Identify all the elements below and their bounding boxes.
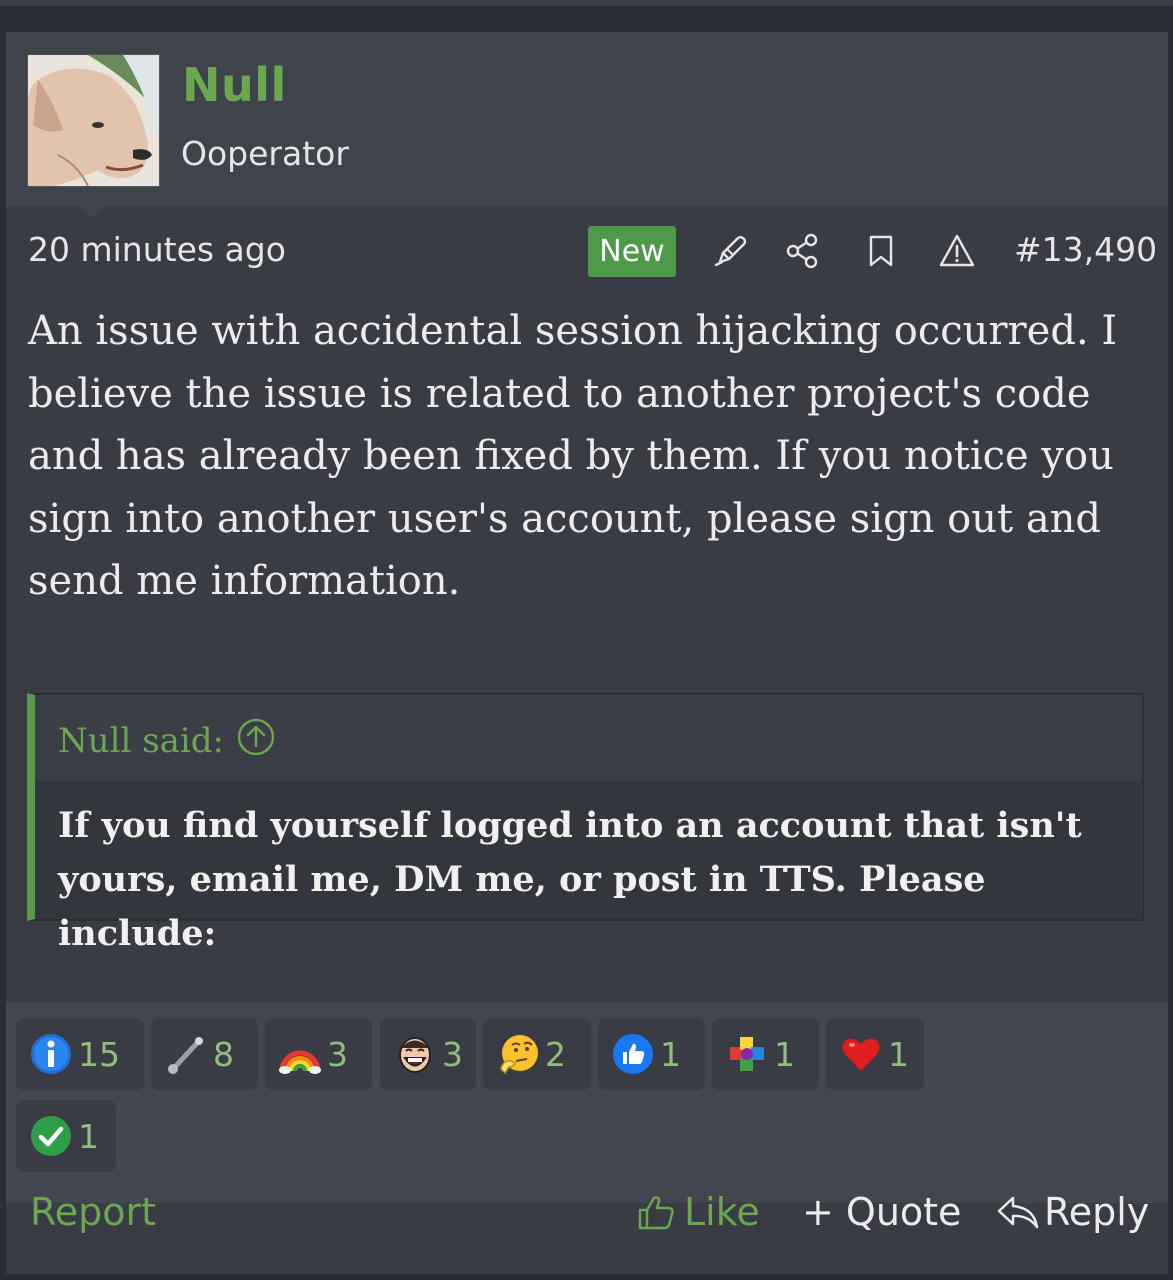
quote-author[interactable]: Null said: — [58, 721, 224, 761]
rainbow-icon — [279, 1050, 321, 1074]
reaction-chip[interactable]: 1 — [16, 1100, 116, 1172]
quote-button[interactable]: + Quote — [802, 1190, 961, 1234]
like-button[interactable]: Like — [636, 1190, 760, 1234]
top-divider — [0, 0, 1173, 6]
reaction-count: 1 — [774, 1034, 795, 1074]
reply-button[interactable]: Reply — [996, 1190, 1149, 1234]
reaction-count: 15 — [78, 1034, 120, 1074]
avatar[interactable] — [27, 54, 160, 187]
reaction-count: 8 — [213, 1034, 234, 1074]
blockquote: Null said: If you find yourself logged i… — [27, 693, 1144, 954]
userbar-pointer — [78, 206, 106, 218]
quote-header: Null said: — [35, 695, 1142, 781]
heart-icon — [842, 1038, 880, 1071]
reaction-chip[interactable]: 3 — [265, 1018, 372, 1090]
forum-post: Null Ooperator 20 minutes ago New #13,49… — [6, 32, 1168, 1274]
arrow-up-circle-icon[interactable] — [236, 717, 276, 757]
like-label: Like — [684, 1190, 760, 1234]
info-icon — [31, 1034, 71, 1074]
reaction-count: 3 — [327, 1034, 348, 1074]
reaction-chip[interactable]: 8 — [151, 1018, 258, 1090]
reaction-chip[interactable]: 3 — [380, 1018, 476, 1090]
reaction-chip[interactable]: 2 — [483, 1018, 591, 1090]
reaction-chip[interactable]: 1 — [598, 1018, 705, 1090]
post-body: An issue with accidental session hijacki… — [28, 308, 1118, 604]
reaction-count: 1 — [888, 1034, 909, 1074]
post-timestamp[interactable]: 20 minutes ago — [28, 230, 286, 269]
reaction-chip[interactable]: 1 — [826, 1018, 924, 1090]
thinking-face-icon — [500, 1035, 538, 1075]
reply-label: Reply — [1044, 1190, 1150, 1234]
user-title: Ooperator — [181, 134, 349, 173]
dog-avatar-icon — [28, 55, 159, 186]
user-bar: Null Ooperator — [6, 32, 1168, 206]
share-icon[interactable] — [784, 232, 822, 270]
reaction-chip[interactable]: 1 — [712, 1018, 819, 1090]
reply-arrow-icon — [997, 1196, 1039, 1229]
thumbs-up-outline-icon — [638, 1196, 674, 1230]
username[interactable]: Null — [182, 58, 287, 112]
report-link[interactable]: Report — [30, 1190, 156, 1234]
reaction-count: 1 — [660, 1034, 681, 1074]
reaction-chip[interactable]: 15 — [16, 1018, 144, 1090]
laughing-face-icon — [399, 1037, 431, 1073]
new-badge: New — [588, 226, 676, 277]
pipe-icon — [168, 1037, 203, 1074]
warning-icon[interactable] — [938, 232, 976, 270]
bookmark-icon[interactable] — [862, 232, 900, 270]
reaction-count: 1 — [78, 1116, 99, 1156]
reaction-count: 3 — [442, 1034, 463, 1074]
reactions-bar: 15 8 3 3 2 1 1 1 1 — [6, 1003, 1168, 1203]
quote-text: If you find yourself logged into an acco… — [58, 805, 1082, 954]
post-number[interactable]: #13,490 — [1014, 230, 1157, 269]
thumbs-up-icon — [613, 1034, 653, 1074]
puzzle-icon — [730, 1037, 764, 1071]
pencil-icon[interactable] — [712, 232, 750, 270]
reaction-count: 2 — [545, 1034, 566, 1074]
checkmark-icon — [31, 1116, 71, 1156]
